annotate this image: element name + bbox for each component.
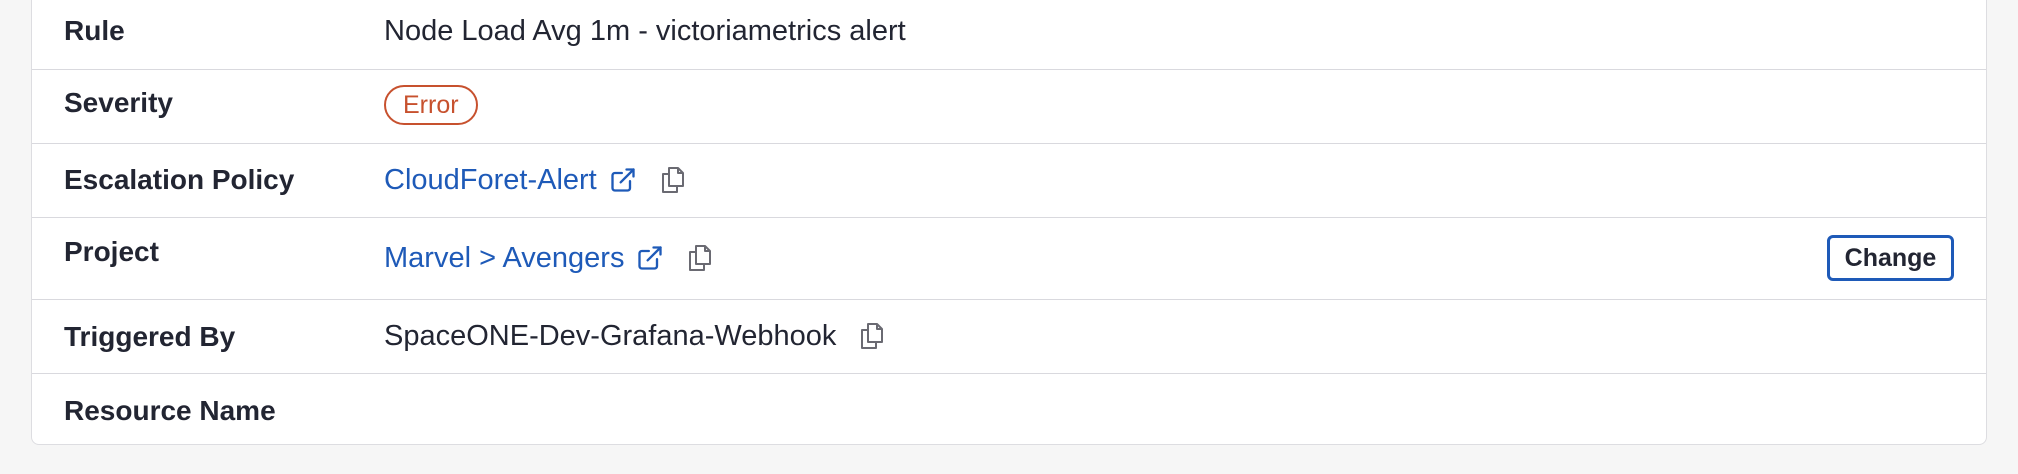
detail-row-resource-name: Resource Name — [32, 374, 1986, 446]
resource-name-label: Resource Name — [64, 395, 276, 426]
severity-badge: Error — [384, 85, 478, 125]
severity-label: Severity — [64, 87, 173, 118]
detail-row-escalation-policy: Escalation Policy CloudForet-Alert — [32, 144, 1986, 218]
triggered-by-label: Triggered By — [64, 321, 236, 352]
project-link[interactable]: Marvel > Avengers — [384, 241, 624, 275]
copy-icon[interactable] — [856, 320, 888, 352]
copy-icon[interactable] — [657, 164, 689, 196]
project-label: Project — [64, 236, 159, 267]
rule-value: Node Load Avg 1m - victoriametrics alert — [384, 15, 906, 47]
triggered-by-value: SpaceONE-Dev-Grafana-Webhook — [384, 320, 837, 352]
detail-row-triggered-by: Triggered By SpaceONE-Dev-Grafana-Webhoo… — [32, 300, 1986, 374]
escalation-policy-link[interactable]: CloudForet-Alert — [384, 163, 597, 197]
detail-row-severity: Severity Error — [32, 70, 1986, 144]
change-project-button[interactable]: Change — [1827, 235, 1954, 281]
external-link-icon[interactable] — [636, 244, 664, 272]
alert-details-table: Rule Node Load Avg 1m - victoriametrics … — [31, 0, 1987, 445]
escalation-policy-label: Escalation Policy — [64, 164, 295, 195]
rule-label: Rule — [64, 15, 125, 46]
detail-row-rule: Rule Node Load Avg 1m - victoriametrics … — [32, 0, 1986, 70]
external-link-icon[interactable] — [609, 166, 637, 194]
copy-icon[interactable] — [684, 242, 716, 274]
detail-row-project: Project Marvel > Avengers Change — [32, 218, 1986, 300]
